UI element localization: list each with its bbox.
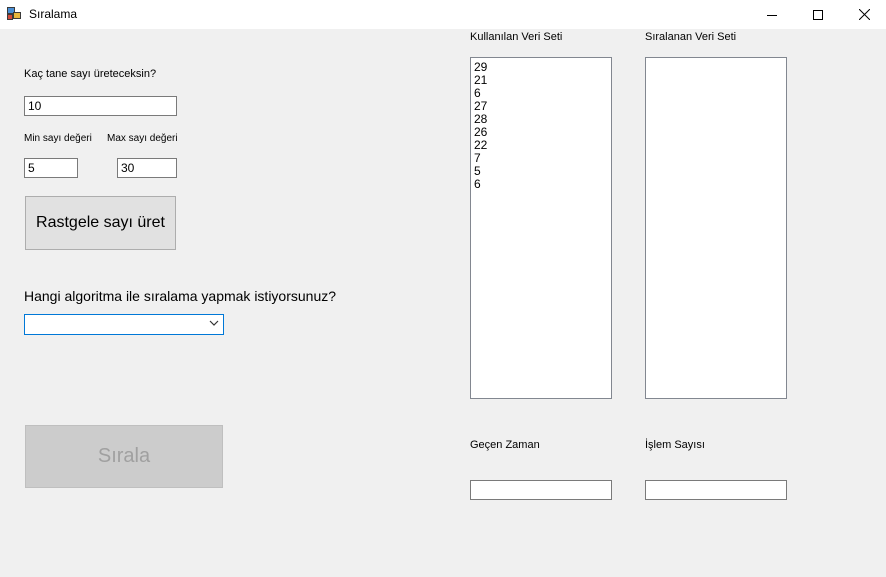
list-item[interactable]: 26: [474, 126, 608, 139]
minimize-button[interactable]: [749, 0, 795, 29]
list-item[interactable]: 7: [474, 152, 608, 165]
app-icon: [7, 7, 21, 20]
elapsed-label: Geçen Zaman: [470, 439, 540, 451]
sorted-set-label: Sıralanan Veri Seti: [645, 31, 737, 43]
algorithm-select[interactable]: [24, 314, 224, 335]
list-item[interactable]: 22: [474, 139, 608, 152]
used-set-listbox[interactable]: 29 21 6 27 28 26 22 7 5 6: [470, 57, 612, 399]
list-item[interactable]: 27: [474, 100, 608, 113]
min-label: Min sayı değeri: [24, 133, 92, 144]
count-input[interactable]: [24, 96, 177, 116]
close-icon: [858, 9, 870, 20]
used-set-label: Kullanılan Veri Seti: [470, 31, 563, 43]
sort-button[interactable]: Sırala: [25, 425, 223, 488]
chevron-down-icon: [209, 320, 219, 326]
list-item[interactable]: 29: [474, 61, 608, 74]
ops-label: İşlem Sayısı: [645, 439, 705, 451]
list-item[interactable]: 28: [474, 113, 608, 126]
maximize-icon: [813, 9, 823, 20]
generate-button[interactable]: Rastgele sayı üret: [25, 196, 176, 250]
close-button[interactable]: [841, 0, 886, 29]
sorted-set-listbox[interactable]: [645, 57, 787, 399]
max-label: Max sayı değeri: [107, 133, 178, 144]
list-item[interactable]: 5: [474, 165, 608, 178]
algorithm-label: Hangi algoritma ile sıralama yapmak isti…: [24, 288, 337, 304]
min-input[interactable]: [24, 158, 78, 178]
minimize-icon: [767, 14, 777, 16]
elapsed-output[interactable]: [470, 480, 612, 500]
max-input[interactable]: [117, 158, 177, 178]
title-bar: Sıralama: [0, 0, 886, 29]
ops-output[interactable]: [645, 480, 787, 500]
list-item[interactable]: 6: [474, 178, 608, 191]
list-item[interactable]: 21: [474, 74, 608, 87]
maximize-button[interactable]: [795, 0, 841, 29]
count-label: Kaç tane sayı üreteceksin?: [24, 68, 157, 80]
window-title: Sıralama: [29, 7, 78, 21]
list-item[interactable]: 6: [474, 87, 608, 100]
